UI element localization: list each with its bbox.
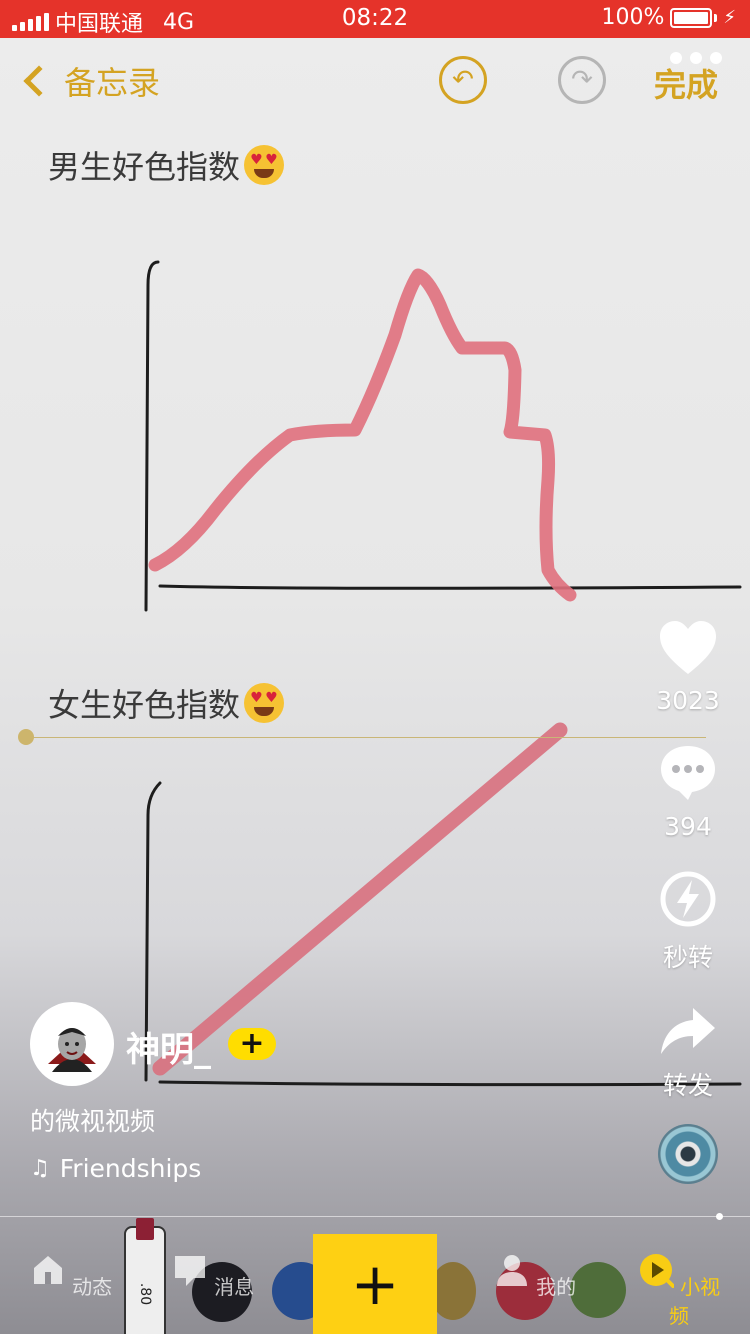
share-arrow-icon (661, 1008, 715, 1054)
author-name[interactable]: 神明_ (126, 1022, 211, 1071)
tab-profile-label: 我的 (536, 1275, 577, 1299)
music-note-icon: ♫ (30, 1156, 50, 1181)
play-circle-icon (639, 1254, 675, 1288)
heart-icon (660, 621, 716, 674)
vampire-avatar-icon (48, 1028, 96, 1072)
quick-share-label: 秒转 (662, 943, 713, 972)
bottom-tab-bar: 动态 消息 + 我的 小视频 (0, 1218, 750, 1334)
comment-bubble-icon (661, 746, 715, 800)
video-screen[interactable]: .80 中国联通 4G 08:22 100% ⚡ 备忘录 ↶ ↷ 完成 男生好色… (0, 0, 750, 1334)
message-icon (174, 1256, 205, 1286)
create-video-button[interactable]: + (313, 1234, 437, 1334)
video-description: 的微视视频 (30, 1107, 156, 1136)
author-avatar[interactable] (30, 1002, 114, 1086)
tabbar-divider (0, 1216, 750, 1217)
tab-messages[interactable]: 消息 (168, 1252, 258, 1300)
tab-feed[interactable]: 动态 (26, 1252, 116, 1300)
forward-button[interactable]: 转发 (640, 1006, 736, 1102)
music-disc-icon[interactable] (658, 1124, 718, 1184)
forward-label: 转发 (662, 1071, 713, 1100)
tab-mini-video-label: 小视频 (669, 1275, 721, 1328)
tab-profile[interactable]: 我的 (490, 1252, 580, 1300)
like-button[interactable]: 3023 (640, 620, 736, 715)
female-graph-line (152, 722, 568, 1076)
lightning-icon (660, 871, 716, 927)
home-icon (33, 1256, 62, 1284)
comment-button[interactable]: 394 (640, 744, 736, 841)
tab-feed-label: 动态 (72, 1275, 113, 1299)
progress-scrubber-handle[interactable] (18, 729, 34, 745)
follow-button[interactable]: + (228, 1028, 276, 1060)
tab-messages-label: 消息 (214, 1275, 255, 1299)
person-icon (496, 1255, 527, 1286)
music-title: Friendships (59, 1154, 202, 1183)
progress-scrubber-line[interactable] (26, 737, 706, 738)
like-count: 3023 (656, 686, 720, 715)
comment-count: 394 (664, 812, 712, 841)
tab-mini-video[interactable]: 小视频 (634, 1252, 724, 1329)
quick-share-button[interactable]: 秒转 (640, 870, 736, 974)
male-graph-curve (148, 268, 577, 602)
music-info[interactable]: ♫ Friendships (30, 1154, 201, 1183)
